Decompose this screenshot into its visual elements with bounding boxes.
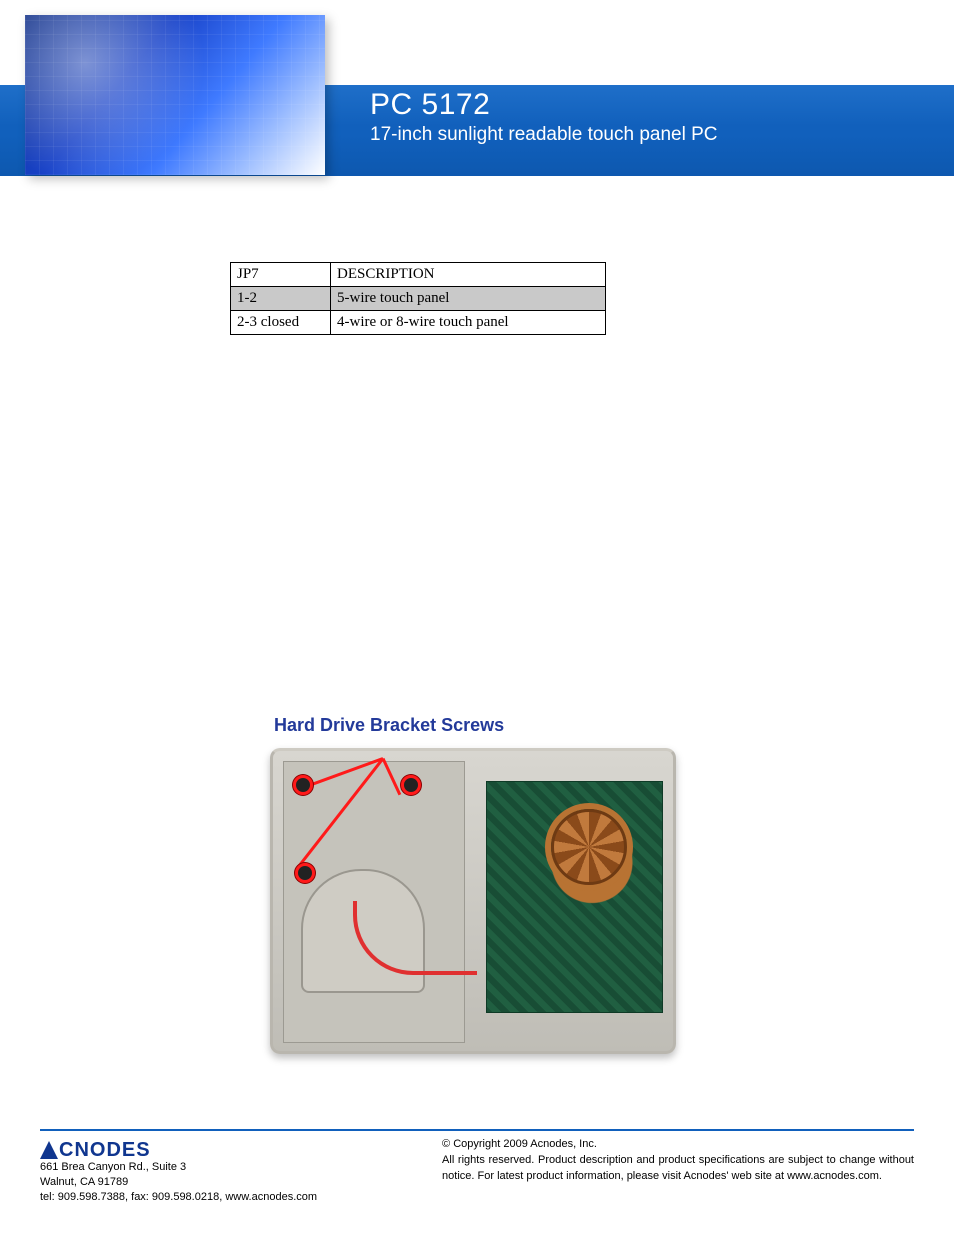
footer-copyright: © Copyright 2009 Acnodes, Inc. [442,1138,597,1150]
acnodes-logo: CNODES [40,1137,151,1159]
footer-address-line1: 661 Brea Canyon Rd., Suite 3 [40,1161,186,1173]
footer-left-column: CNODES 661 Brea Canyon Rd., Suite 3 Waln… [40,1137,425,1205]
header-decorative-image [25,15,325,175]
header-banner: PC 5172 17-inch sunlight readable touch … [0,0,954,176]
logo-mark-icon [40,1141,58,1159]
product-subtitle: 17-inch sunlight readable touch panel PC [370,124,718,146]
table-row: 2-3 closed 4-wire or 8-wire touch panel [231,311,606,335]
jumper-table: JP7 DESCRIPTION 1-2 5-wire touch panel 2… [230,262,606,335]
footer-right-column: © Copyright 2009 Acnodes, Inc. All right… [442,1137,914,1205]
hard-drive-title: Hard Drive Bracket Screws [274,715,690,736]
product-title: PC 5172 [370,88,718,122]
table-header-description: DESCRIPTION [331,263,606,287]
table-cell: 5-wire touch panel [331,287,606,311]
footer-contact: tel: 909.598.7388, fax: 909.598.0218, ww… [40,1191,317,1203]
hard-drive-photo [270,748,676,1054]
hard-drive-section: Hard Drive Bracket Screws [270,715,690,1054]
cpu-fan-icon [551,809,627,885]
table-cell: 2-3 closed [231,311,331,335]
footer-disclaimer: All rights reserved. Product description… [442,1154,914,1182]
page-footer: CNODES 661 Brea Canyon Rd., Suite 3 Waln… [40,1129,914,1205]
screw-marker-icon [293,775,313,795]
table-header-row: JP7 DESCRIPTION [231,263,606,287]
screw-marker-icon [401,775,421,795]
footer-divider [40,1129,914,1131]
table-header-jp7: JP7 [231,263,331,287]
header-title-block: PC 5172 17-inch sunlight readable touch … [370,88,718,146]
logo-text: CNODES [59,1139,151,1161]
screw-marker-icon [295,863,315,883]
table-row: 1-2 5-wire touch panel [231,287,606,311]
table-cell: 1-2 [231,287,331,311]
table-cell: 4-wire or 8-wire touch panel [331,311,606,335]
footer-address-line2: Walnut, CA 91789 [40,1176,128,1188]
